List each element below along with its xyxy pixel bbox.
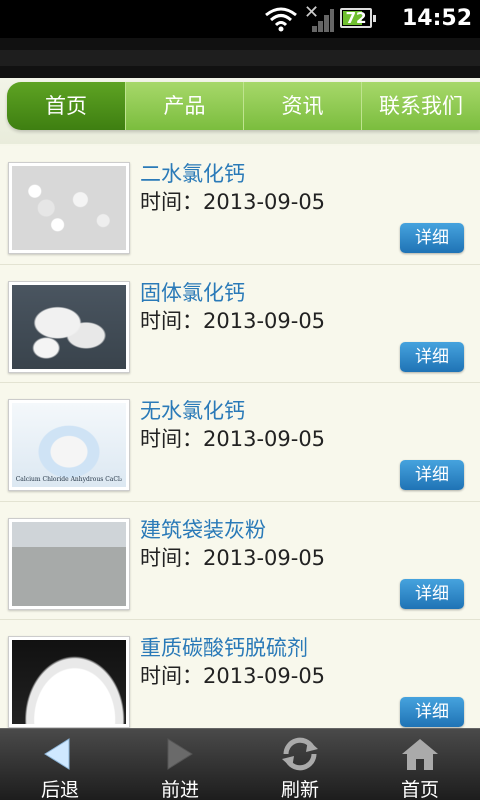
granules-image [12,166,126,250]
thumb-caption: Calcium Chloride Anhydrous CaCl₂ [15,476,123,483]
product-date: 时间：2013-09-05 [140,545,326,570]
solid-chunks-image [12,284,126,369]
list-item[interactable]: 固体氯化钙 时间：2013-09-05 详细 [0,264,480,383]
flask-image: Calcium Chloride Anhydrous CaCl₂ [12,403,126,487]
bottom-nav: 后退 前进 刷新 首页 [0,728,480,800]
tab-contact[interactable]: 联系我们 [361,82,480,130]
header-strip [0,50,480,66]
refresh-label: 刷新 [280,779,319,800]
product-date: 时间：2013-09-05 [140,190,326,214]
back-button[interactable]: 后退 [0,729,120,800]
product-date: 时间：2013-09-05 [140,308,326,333]
back-label: 后退 [40,779,79,800]
refresh-icon [240,737,360,771]
product-title[interactable]: 固体氯化钙 [140,277,245,307]
tab-products[interactable]: 产品 [125,82,243,130]
signal-icon: ✕ [304,2,334,32]
wifi-icon [264,6,298,32]
back-arrow-icon [0,737,120,771]
forward-label: 前进 [160,779,199,800]
home-icon [360,737,480,771]
product-title[interactable]: 建筑袋装灰粉 [140,514,266,544]
product-thumbnail[interactable] [8,517,130,610]
forward-button[interactable]: 前进 [120,729,240,800]
tab-bar: 首页 产品 资讯 联系我们 [7,82,480,130]
powder-image [12,640,126,724]
status-bar: ✕ 72 14:52 [0,0,480,38]
detail-button[interactable]: 详细 [400,578,464,609]
product-title[interactable]: 二水氯化钙 [140,158,245,188]
battery-icon: 72 [340,8,376,28]
product-thumbnail[interactable] [8,162,130,254]
product-thumbnail[interactable] [8,636,130,728]
detail-button[interactable]: 详细 [400,460,464,490]
list-item[interactable]: 重质碳酸钙脱硫剂 时间：2013-09-05 详细 [0,620,480,728]
app-header [0,38,480,78]
detail-button[interactable]: 详细 [400,223,464,253]
home-label: 首页 [400,779,439,800]
product-date: 时间：2013-09-05 [140,427,326,451]
list-item[interactable]: Calcium Chloride Anhydrous CaCl₂ 无水氯化钙 时… [0,383,480,502]
battery-level: 72 [345,9,367,27]
detail-button[interactable]: 详细 [400,341,464,372]
product-title[interactable]: 重质碳酸钙脱硫剂 [140,632,308,662]
tab-bar-area: 首页 产品 资讯 联系我们 [0,78,480,144]
product-list: 二水氯化钙 时间：2013-09-05 详细 固体氯化钙 时间：2013-09-… [0,146,480,728]
detail-button[interactable]: 详细 [400,697,464,727]
product-thumbnail[interactable]: Calcium Chloride Anhydrous CaCl₂ [8,399,130,491]
forward-arrow-icon [120,737,240,771]
warehouse-image [12,521,126,606]
home-button[interactable]: 首页 [360,729,480,800]
list-item[interactable]: 建筑袋装灰粉 时间：2013-09-05 详细 [0,501,480,620]
refresh-button[interactable]: 刷新 [240,729,360,800]
product-thumbnail[interactable] [8,280,130,373]
list-item[interactable]: 二水氯化钙 时间：2013-09-05 详细 [0,146,480,265]
tab-news[interactable]: 资讯 [243,82,361,130]
product-date: 时间：2013-09-05 [140,664,326,688]
product-title[interactable]: 无水氯化钙 [140,395,245,425]
tab-home[interactable]: 首页 [7,82,125,130]
clock: 14:52 [401,6,472,31]
